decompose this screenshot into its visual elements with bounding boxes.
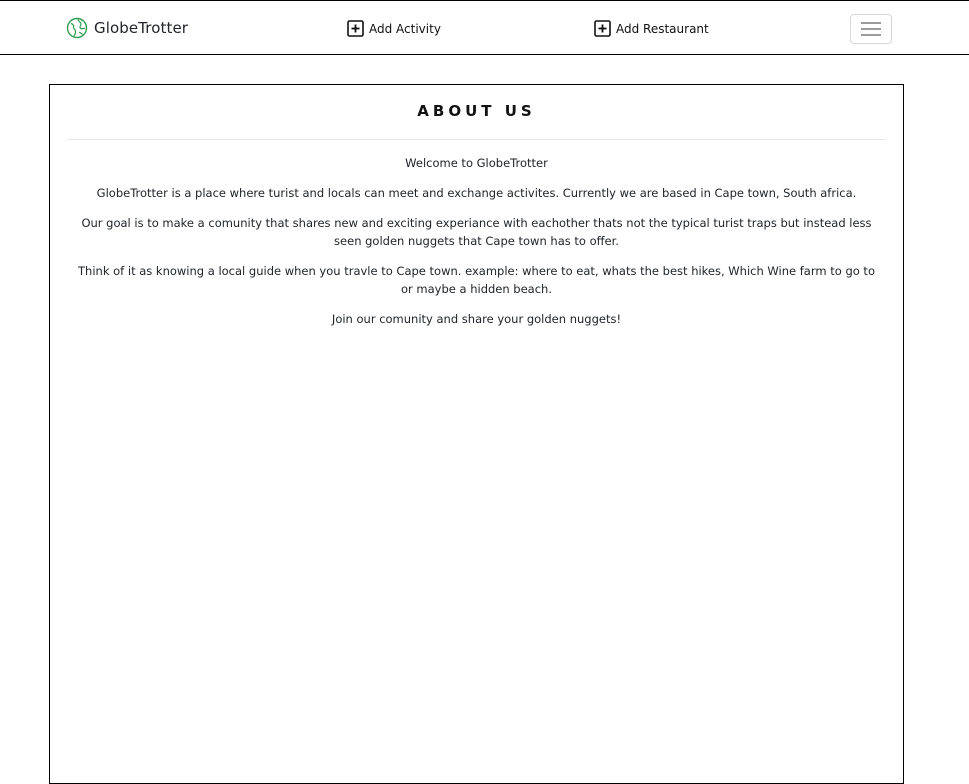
about-paragraph: Welcome to GlobeTrotter: [405, 156, 548, 170]
navbar-toggler-button[interactable]: [850, 14, 892, 44]
about-content: Welcome to GlobeTrotter GlobeTrotter is …: [50, 140, 903, 328]
page-title: ABOUT US: [417, 102, 536, 120]
add-activity-link[interactable]: Add Activity: [347, 20, 441, 37]
about-paragraph: GlobeTrotter is a place where turist and…: [96, 186, 857, 200]
brand-name: GlobeTrotter: [94, 19, 189, 37]
about-paragraph: Our goal is to make a comunity that shar…: [81, 216, 872, 248]
about-paragraph: Join our comunity and share your golden …: [331, 312, 622, 326]
plus-square-icon: [594, 20, 611, 37]
add-activity-label: Add Activity: [369, 21, 441, 36]
add-restaurant-link[interactable]: Add Restaurant: [594, 20, 709, 37]
globe-icon: [66, 17, 88, 39]
hamburger-menu-icon: [861, 22, 881, 36]
add-restaurant-label: Add Restaurant: [616, 21, 709, 36]
navbar: GlobeTrotter Add Activity Add Restaurant: [0, 0, 969, 55]
plus-square-icon: [347, 20, 364, 37]
brand-link[interactable]: GlobeTrotter: [66, 17, 188, 39]
about-card: ABOUT US Welcome to GlobeTrotter GlobeTr…: [49, 84, 904, 784]
about-paragraph: Think of it as knowing a local guide whe…: [78, 264, 875, 296]
